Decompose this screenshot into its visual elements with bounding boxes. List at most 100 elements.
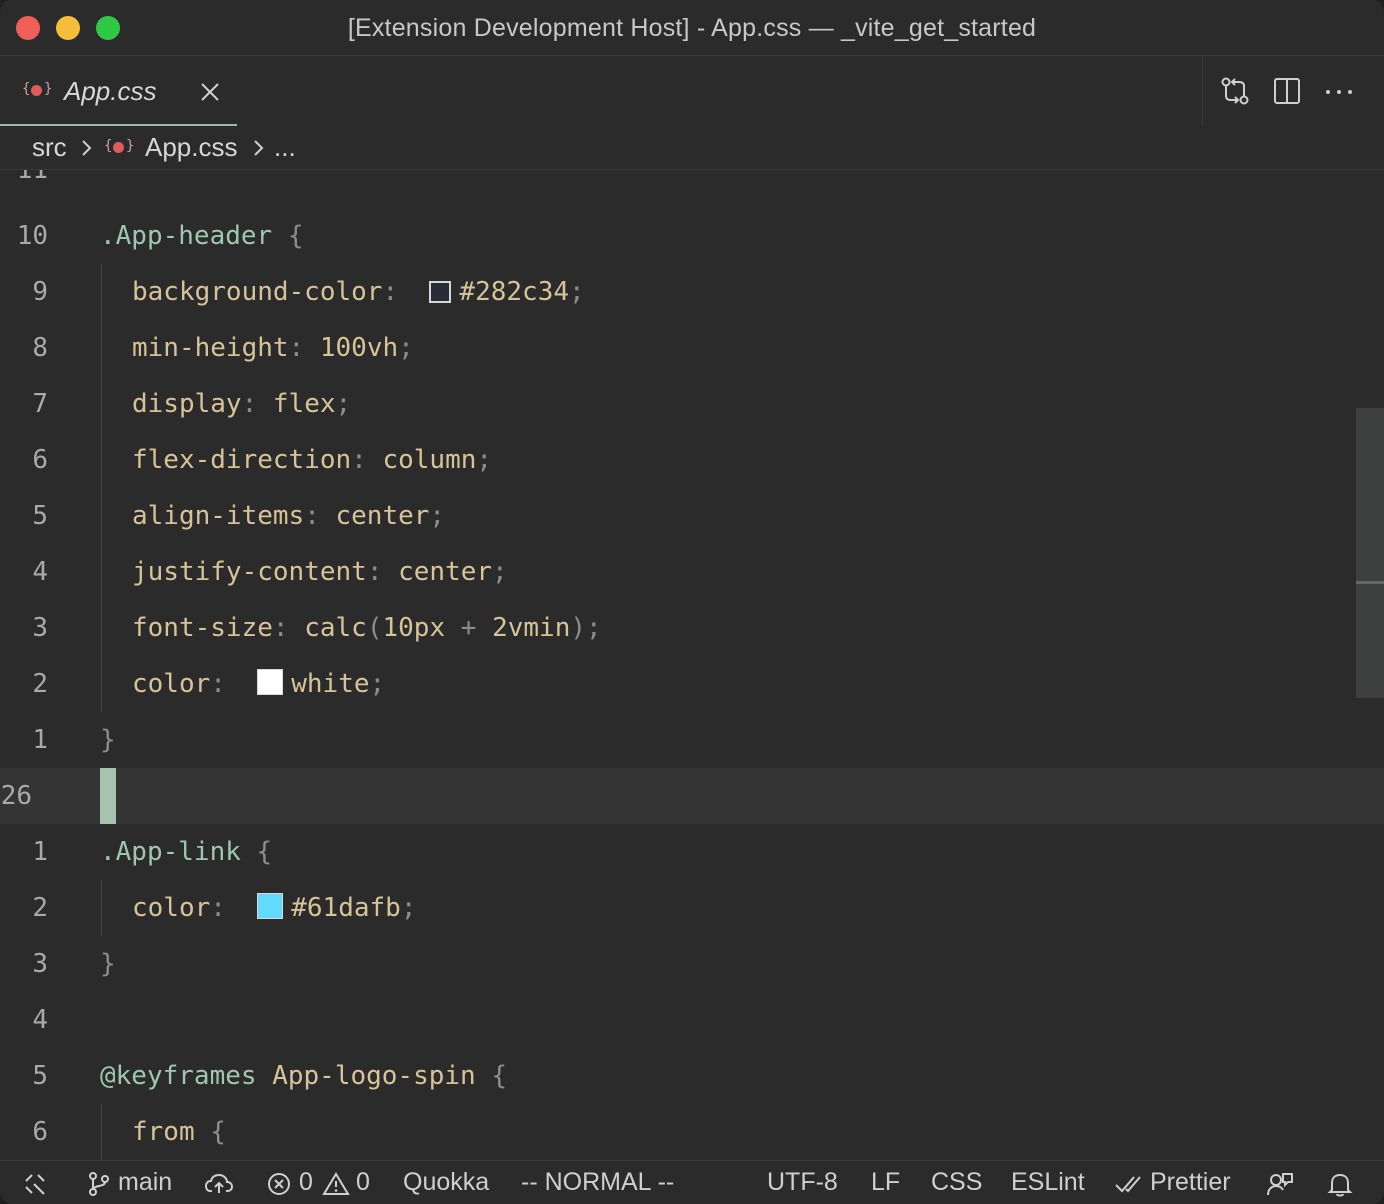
warning-icon: [322, 1172, 350, 1195]
code-line: 2 color: #61dafb;: [0, 880, 1384, 936]
error-count[interactable]: 0: [299, 1168, 313, 1197]
warning-count[interactable]: 0: [356, 1168, 370, 1197]
css-value: 10px: [382, 613, 446, 643]
line-number: 6: [32, 445, 48, 475]
keyframe-selector: from: [132, 1117, 195, 1147]
remote-button[interactable]: [22, 1171, 48, 1197]
code-line: 10 .App-header {: [0, 208, 1384, 264]
quokka-status[interactable]: Quokka: [403, 1168, 489, 1197]
css-property: justify-content: [132, 557, 367, 587]
problems-button[interactable]: [266, 1171, 292, 1197]
tab-app-css[interactable]: {} App.css: [0, 56, 237, 126]
code-line: 4 justify-content: center;: [0, 544, 1384, 600]
color-swatch-link[interactable]: [257, 893, 284, 919]
code-line: 3 font-size: calc(10px + 2vmin);: [0, 600, 1384, 656]
css-value: #61dafb: [291, 893, 401, 923]
code-line: 7 display: flex;: [0, 376, 1384, 432]
line-number: 1: [32, 837, 48, 867]
close-brace: }: [100, 725, 116, 755]
color-swatch-bg[interactable]: [429, 281, 452, 303]
semicolon: ;: [586, 613, 602, 643]
open-brace: {: [287, 221, 304, 251]
semicolon: ;: [476, 445, 493, 475]
css-value: #282c34: [459, 277, 569, 307]
code-line: 2 color: white;: [0, 656, 1384, 712]
scrollbar-thumb[interactable]: [1356, 408, 1384, 698]
colon: :: [382, 277, 399, 307]
css-property: align-items: [132, 501, 305, 531]
line-number: 7: [32, 389, 48, 419]
breadcrumb-more[interactable]: ...: [274, 132, 296, 163]
open-paren: (: [366, 613, 383, 643]
css-property: font-size: [132, 613, 273, 643]
feedback-button[interactable]: [1266, 1171, 1294, 1197]
block-cursor: [100, 768, 116, 824]
css-value: center: [398, 557, 493, 587]
css-property: color: [132, 893, 211, 923]
line-number: 3: [32, 949, 48, 979]
scrollbar-cursor-marker: [1356, 581, 1384, 584]
keyframes-name: App-logo-spin: [272, 1061, 476, 1091]
line-number: 3: [32, 613, 48, 643]
css-selector: .App-header: [100, 221, 273, 251]
css-value: 2vmin: [492, 613, 571, 643]
current-line: 26: [0, 768, 1384, 824]
css-value: center: [335, 501, 430, 531]
line-number: 1: [32, 725, 48, 755]
code-line: 8 min-height: 100vh;: [0, 320, 1384, 376]
prettier-status[interactable]: Prettier: [1150, 1168, 1231, 1197]
color-swatch-white[interactable]: [257, 669, 284, 695]
line-number: 5: [32, 1061, 48, 1091]
encoding-selector[interactable]: UTF-8: [767, 1168, 838, 1197]
css-property: background-color: [132, 277, 383, 307]
at-rule: @keyframes: [100, 1061, 257, 1091]
code-line: 5 align-items: center;: [0, 488, 1384, 544]
close-brace: }: [100, 949, 116, 979]
sync-button[interactable]: [204, 1171, 234, 1197]
chevron-right-icon: [254, 140, 264, 156]
prettier-icon-wrap[interactable]: [1114, 1171, 1144, 1197]
code-line: 6 from {: [0, 1104, 1384, 1160]
code-line: 6 flex-direction: column;: [0, 432, 1384, 488]
more-actions-button[interactable]: [1322, 74, 1356, 108]
colon: :: [210, 669, 226, 699]
breadcrumb-file[interactable]: App.css: [145, 132, 238, 163]
ellipsis-icon: [1326, 90, 1352, 94]
eslint-status[interactable]: ESLint: [1011, 1168, 1085, 1197]
remote-icon: [25, 1174, 45, 1195]
cloud-upload-icon: [204, 1173, 234, 1193]
breadcrumb-folder[interactable]: src: [32, 132, 67, 163]
line-number: 26: [0, 781, 32, 811]
css-value: column: [382, 445, 477, 475]
bell-icon: [1327, 1173, 1353, 1197]
code-editor[interactable]: 11 10 .App-header { 9 background-color: …: [0, 170, 1384, 1160]
branch-button-icon[interactable]: [86, 1171, 112, 1197]
language-mode-selector[interactable]: CSS: [931, 1168, 982, 1197]
split-editor-button[interactable]: [1270, 74, 1304, 108]
code-line: 3 }: [0, 936, 1384, 992]
css-value: flex: [272, 389, 336, 419]
css-property: color: [132, 669, 211, 699]
vim-mode: -- NORMAL --: [521, 1168, 675, 1196]
breadcrumb: src {} App.css ...: [0, 126, 1384, 170]
tab-bar: {} App.css: [0, 56, 1384, 126]
git-branch-label[interactable]: main: [118, 1168, 172, 1197]
semicolon: ;: [335, 389, 352, 419]
css-property: min-height: [132, 333, 289, 363]
tab-close-button[interactable]: [196, 78, 224, 106]
eol-selector[interactable]: LF: [871, 1168, 900, 1197]
warnings-indicator[interactable]: [322, 1171, 350, 1197]
css-function: calc: [304, 613, 367, 643]
editor-window: [Extension Development Host] - App.css —…: [0, 0, 1384, 1204]
notifications-button[interactable]: [1326, 1171, 1354, 1197]
double-check-icon: [1115, 1176, 1141, 1193]
colon: :: [241, 389, 258, 419]
git-branch-icon: [89, 1172, 109, 1196]
css-value: white: [291, 669, 370, 699]
title-bar: [Extension Development Host] - App.css —…: [0, 0, 1384, 56]
operator: +: [460, 613, 477, 643]
colon: :: [288, 333, 305, 363]
css-value: 100vh: [319, 333, 399, 363]
open-changes-button[interactable]: [1218, 74, 1252, 108]
semicolon: ;: [429, 501, 446, 531]
